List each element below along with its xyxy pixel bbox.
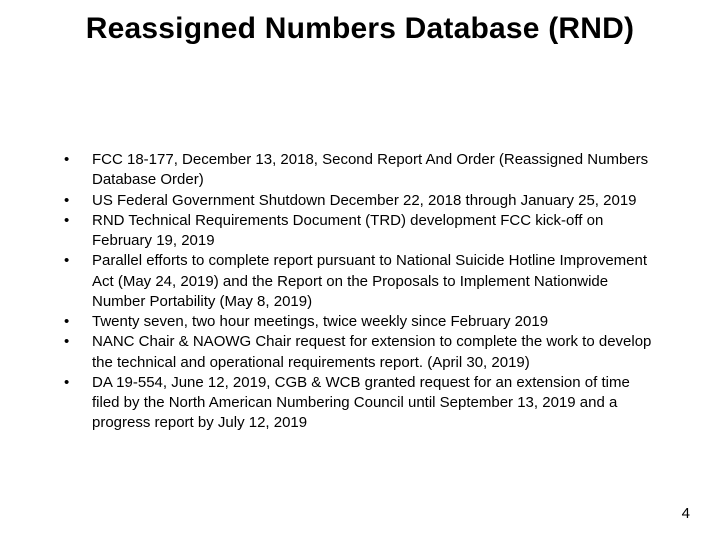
list-item: FCC 18-177, December 13, 2018, Second Re…	[60, 150, 660, 191]
list-item: NANC Chair & NAOWG Chair request for ext…	[60, 332, 660, 373]
slide-body: FCC 18-177, December 13, 2018, Second Re…	[60, 150, 660, 434]
list-item: RND Technical Requirements Document (TRD…	[60, 211, 660, 252]
page-number: 4	[682, 505, 690, 522]
list-item: US Federal Government Shutdown December …	[60, 191, 660, 211]
slide-title: Reassigned Numbers Database (RND)	[0, 12, 720, 47]
slide: Reassigned Numbers Database (RND) FCC 18…	[0, 0, 720, 540]
bullet-list: FCC 18-177, December 13, 2018, Second Re…	[60, 150, 660, 434]
list-item: Twenty seven, two hour meetings, twice w…	[60, 312, 660, 332]
list-item: Parallel efforts to complete report purs…	[60, 251, 660, 312]
list-item: DA 19-554, June 12, 2019, CGB & WCB gran…	[60, 373, 660, 434]
